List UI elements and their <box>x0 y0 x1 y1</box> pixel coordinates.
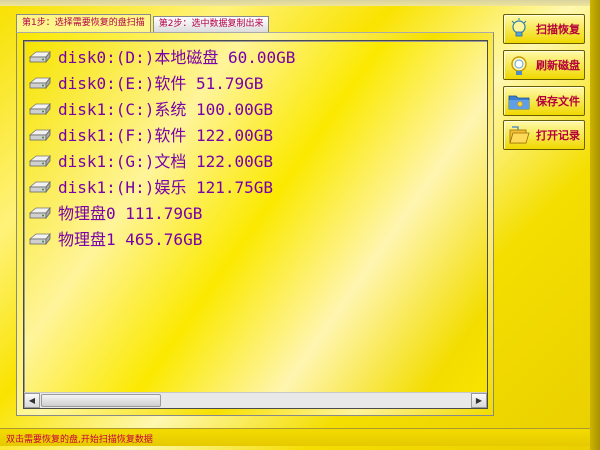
tab-strip: 第1步：选择需要恢复的盘扫描 第2步：选中数据复制出来 <box>16 14 270 33</box>
disk-label: disk1:(H:)娱乐 121.75GB <box>58 178 274 197</box>
disk-label: disk1:(F:)软件 122.00GB <box>58 126 274 145</box>
lightbulb-icon <box>511 18 527 37</box>
disk-list-item[interactable]: 物理盘1 465.76GB <box>28 225 295 251</box>
disk-list-item[interactable]: disk1:(C:)系统 100.00GB <box>28 95 295 121</box>
disk-list-items: disk0:(D:)本地磁盘 60.00GB disk0:(E:)软件 51.7… <box>28 43 295 251</box>
window-top-edge <box>0 0 600 6</box>
tab-step1-scan[interactable]: 第1步：选择需要恢复的盘扫描 <box>16 14 151 33</box>
disk-list-item[interactable]: disk1:(H:)娱乐 121.75GB <box>28 173 295 199</box>
disk-label: 物理盘0 111.79GB <box>58 204 203 223</box>
disk-label: disk0:(D:)本地磁盘 60.00GB <box>58 48 296 67</box>
hard-drive-icon <box>28 128 51 142</box>
disk-label: disk1:(C:)系统 100.00GB <box>58 100 274 119</box>
magnifier-icon <box>511 56 527 75</box>
status-text: 双击需要恢复的盘,开始扫描恢复数据 <box>6 435 153 445</box>
save-file-button[interactable]: 保存文件 <box>503 86 585 116</box>
hard-drive-icon <box>28 50 51 64</box>
hard-drive-icon <box>28 206 51 220</box>
status-bar: 双击需要恢复的盘,开始扫描恢复数据 <box>0 428 590 446</box>
refresh-disk-button[interactable]: 刷新磁盘 <box>503 50 585 80</box>
scrollbar-thumb[interactable] <box>41 394 161 407</box>
disk-list[interactable]: disk0:(D:)本地磁盘 60.00GB disk0:(E:)软件 51.7… <box>23 40 488 409</box>
disk-list-item[interactable]: 物理盘0 111.79GB <box>28 199 295 225</box>
hard-drive-icon <box>28 232 51 246</box>
disk-list-item[interactable]: disk1:(F:)软件 122.00GB <box>28 121 295 147</box>
open-record-label: 打开记录 <box>536 129 580 142</box>
disk-label: disk1:(G:)文档 122.00GB <box>58 152 274 171</box>
horizontal-scrollbar[interactable]: ◀ ▶ <box>24 392 487 408</box>
disk-list-item[interactable]: disk0:(E:)软件 51.79GB <box>28 69 295 95</box>
scroll-left-icon[interactable]: ◀ <box>24 393 40 408</box>
scan-recover-button[interactable]: 扫描恢复 <box>503 14 585 44</box>
open-record-button[interactable]: 打开记录 <box>503 120 585 150</box>
window-right-edge <box>590 0 600 450</box>
disk-label: 物理盘1 465.76GB <box>58 230 203 249</box>
hard-drive-icon <box>28 154 51 168</box>
folder-icon <box>508 95 530 110</box>
disk-label: disk0:(E:)软件 51.79GB <box>58 74 264 93</box>
tab-step2-copy[interactable]: 第2步：选中数据复制出来 <box>152 16 270 32</box>
hard-drive-icon <box>28 102 51 116</box>
refresh-disk-label: 刷新磁盘 <box>536 59 580 72</box>
hard-drive-icon <box>28 180 51 194</box>
scroll-right-icon[interactable]: ▶ <box>471 393 487 408</box>
hard-drive-icon <box>28 76 51 90</box>
disk-list-item[interactable]: disk1:(G:)文档 122.00GB <box>28 147 295 173</box>
scan-recover-label: 扫描恢复 <box>536 23 580 36</box>
save-file-label: 保存文件 <box>536 95 580 108</box>
open-folder-icon <box>509 126 530 144</box>
disk-list-item[interactable]: disk0:(D:)本地磁盘 60.00GB <box>28 43 295 69</box>
